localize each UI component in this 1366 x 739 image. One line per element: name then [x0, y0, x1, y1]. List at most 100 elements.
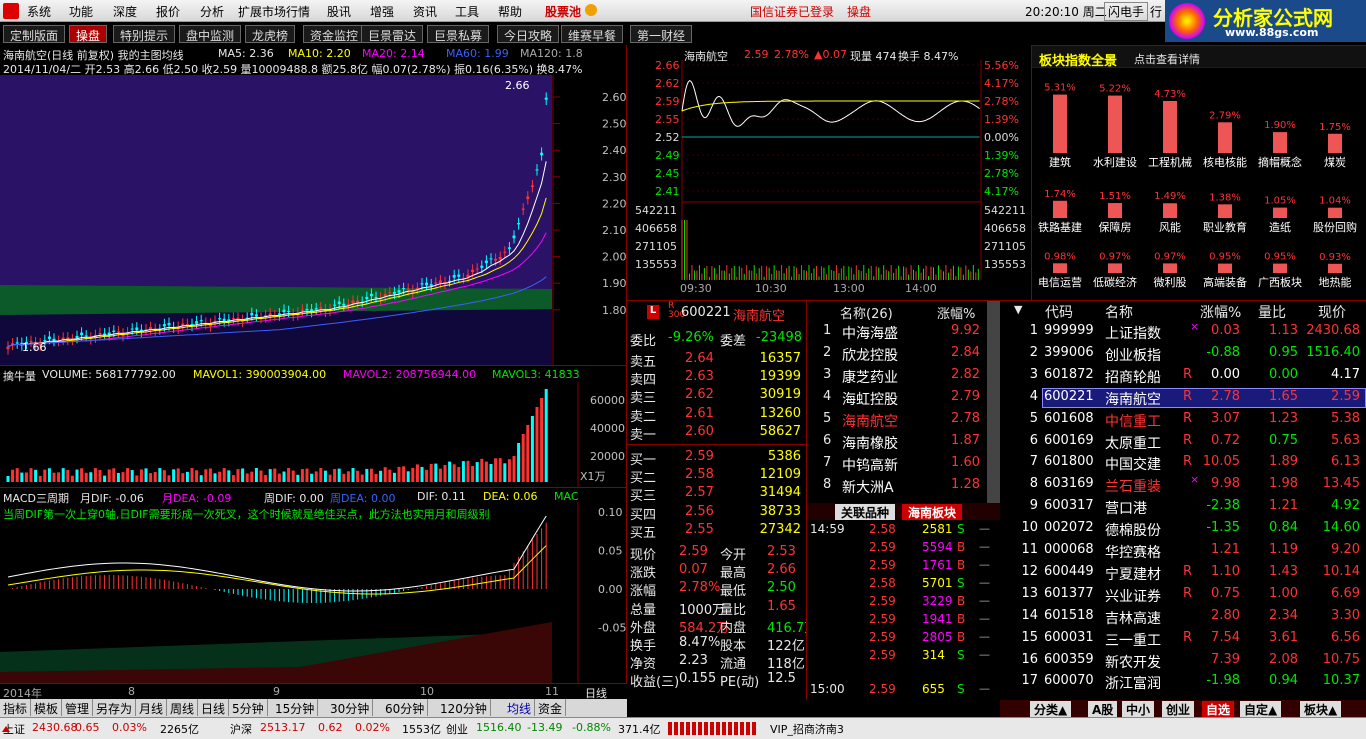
bottom-tab-5[interactable]: 周线 — [167, 699, 199, 716]
related-name[interactable]: 中钨高新 — [842, 455, 898, 475]
tab-2[interactable]: 特别提示 — [113, 25, 176, 43]
stock-list-tab-6[interactable]: 板块▲ — [1300, 701, 1342, 717]
menu-item-8[interactable]: 资讯 — [413, 3, 437, 20]
candle-body — [484, 260, 488, 264]
tab-1[interactable]: 操盘 — [69, 25, 108, 43]
order-price[interactable]: 2.60 — [685, 424, 714, 439]
bottom-tab-2[interactable]: 管理 — [62, 699, 94, 716]
stock-cell[interactable]: 营口港 — [1105, 498, 1147, 518]
stock-list-tab-2[interactable]: 中小 — [1122, 701, 1155, 717]
related-name[interactable]: 新大洲A — [842, 477, 894, 497]
sector-subtitle[interactable]: 点击查看详情 — [1134, 51, 1200, 67]
bottom-tab-0[interactable]: 指标 — [0, 699, 32, 716]
order-price[interactable]: 2.57 — [685, 485, 714, 500]
menu-item-9[interactable]: 工具 — [455, 3, 479, 20]
stock-cell[interactable]: 德棉股份 — [1105, 520, 1161, 540]
flash-trade-button[interactable]: 闪电手 — [1104, 2, 1149, 21]
stock-list-header[interactable]: 名称 — [1105, 302, 1133, 322]
stock-cell[interactable]: 兰石重装 — [1105, 476, 1161, 496]
order-price[interactable]: 2.59 — [685, 449, 714, 464]
tab-6[interactable]: 巨景雷达 — [361, 25, 424, 43]
related-name[interactable]: 海南橡胶 — [842, 433, 898, 453]
related-name[interactable]: 中海海盛 — [842, 323, 898, 343]
bottom-tab-9[interactable]: 30分钟 — [327, 699, 374, 716]
stock-cell[interactable]: 三一重工 — [1105, 630, 1161, 650]
stock-list-header[interactable]: 现价 — [1318, 302, 1346, 322]
tab-7[interactable]: 巨景私募 — [427, 25, 490, 43]
stock-list-tab-5[interactable]: 自定▲ — [1240, 701, 1282, 717]
bottom-tab-11[interactable]: 120分钟 — [437, 699, 491, 716]
order-price[interactable]: 2.58 — [685, 467, 714, 482]
order-price[interactable]: 2.55 — [685, 522, 714, 537]
order-price[interactable]: 2.62 — [685, 387, 714, 402]
macd-chart[interactable]: 0.10 0.05 0.00 -0.05 — [0, 502, 627, 683]
stock-cell[interactable]: 创业板指 — [1105, 345, 1161, 365]
volume-chart[interactable]: 60000 40000 20000 X1万 — [0, 382, 627, 487]
menu-item-4[interactable]: 分析 — [200, 3, 224, 20]
intraday-chart[interactable]: 2.66 5.56% 2.62 4.17% 2.59 2.78% 2.55 1.39% 2.52… — [627, 45, 1032, 300]
stock-list-header[interactable]: 涨幅% — [1200, 302, 1241, 322]
stock-list-tab-4[interactable]: 自选 — [1202, 701, 1235, 717]
bottom-tab-8[interactable]: 15分钟 — [272, 699, 319, 716]
stock-list-tab-3[interactable]: 创业 — [1162, 701, 1195, 717]
menu-item-2[interactable]: 深度 — [113, 3, 137, 20]
sort-arrow-icon[interactable]: ▼ — [1014, 303, 1022, 316]
related-name[interactable]: 海虹控股 — [842, 389, 898, 409]
stock-cell[interactable]: 招商轮船 — [1105, 367, 1161, 387]
stock-cell[interactable]: 华控赛格 — [1105, 542, 1161, 562]
stock-cell[interactable]: 兴业证券 — [1105, 586, 1161, 606]
stock-cell[interactable]: 上证指数 — [1105, 323, 1161, 343]
tab-4[interactable]: 龙虎榜 — [245, 25, 296, 43]
related-name[interactable]: 康芝药业 — [842, 367, 898, 387]
tab-5[interactable]: 资金监控 — [303, 25, 366, 43]
menu-item-7[interactable]: 增强 — [370, 3, 394, 20]
stock-cell[interactable]: 吉林高速 — [1105, 608, 1161, 628]
stock-list-header[interactable]: 代码 — [1045, 302, 1073, 322]
bottom-tab-10[interactable]: 60分钟 — [382, 699, 429, 716]
stock-list-tab-0[interactable]: 分类▲ — [1030, 701, 1072, 717]
kline-chart[interactable]: 2.60 2.50 2.40 2.30 2.20 2.10 2.00 1.90 1.80 2.66… — [0, 75, 627, 365]
menu-item-1[interactable]: 功能 — [69, 3, 93, 20]
related-tab[interactable]: 关联品种 — [835, 504, 896, 520]
quote-button[interactable]: 行 — [1150, 3, 1162, 20]
menu-item-3[interactable]: 报价 — [156, 3, 180, 20]
tab-8[interactable]: 今日攻略 — [497, 25, 560, 43]
status-cell[interactable]: 沪深 — [230, 721, 252, 737]
related-name[interactable]: 海南航空 — [842, 411, 898, 431]
stock-cell[interactable]: 海南航空 — [1105, 389, 1161, 409]
sector-tab[interactable]: 海南板块 — [902, 504, 963, 520]
stock-cell[interactable]: 中国交建 — [1105, 454, 1161, 474]
menu-item-0[interactable]: 系统 — [27, 3, 51, 20]
stock-pool-button[interactable]: 股票池 — [545, 3, 581, 20]
trade-button[interactable]: 操盘 — [847, 3, 871, 20]
related-scrollbar[interactable] — [987, 301, 1000, 519]
menu-item-5[interactable]: 扩展市场行情 — [238, 3, 310, 20]
tab-9[interactable]: 维赛早餐 — [561, 25, 624, 43]
stock-list-header[interactable]: 量比 — [1258, 302, 1286, 322]
bottom-tab-3[interactable]: 另存为 — [93, 699, 137, 716]
sector-chart[interactable]: 5.31% 建筑 5.22% 水利建设 4.73% 工程机械 2.79% 核电核能 1.90% 摘… — [1032, 68, 1366, 300]
status-cell[interactable]: 创业 — [446, 721, 468, 737]
stock-cell[interactable]: 新农开发 — [1105, 652, 1161, 672]
bottom-tab-4[interactable]: 月线 — [136, 699, 168, 716]
bottom-tab-12[interactable]: 均线 — [504, 699, 536, 716]
order-price[interactable]: 2.56 — [685, 504, 714, 519]
bottom-tab-7[interactable]: 5分钟 — [229, 699, 268, 716]
stock-cell[interactable]: 中信重工 — [1105, 411, 1161, 431]
menu-item-10[interactable]: 帮助 — [498, 3, 522, 20]
stock-list-tab-1[interactable]: A股 — [1088, 701, 1118, 717]
order-price[interactable]: 2.61 — [685, 406, 714, 421]
tab-10[interactable]: 第一财经 — [630, 25, 693, 43]
tab-3[interactable]: 盘中监测 — [179, 25, 242, 43]
related-name[interactable]: 欣龙控股 — [842, 345, 898, 365]
stock-cell[interactable]: 太原重工 — [1105, 433, 1161, 453]
order-price[interactable]: 2.63 — [685, 369, 714, 384]
bottom-tab-1[interactable]: 模板 — [31, 699, 63, 716]
tab-0[interactable]: 定制版面 — [3, 25, 66, 43]
stock-cell[interactable]: 浙江富润 — [1105, 673, 1161, 693]
bottom-tab-13[interactable]: 资金 — [535, 699, 567, 716]
order-price[interactable]: 2.64 — [685, 351, 714, 366]
menu-item-6[interactable]: 股讯 — [327, 3, 351, 20]
bottom-tab-6[interactable]: 日线 — [198, 699, 230, 716]
stock-cell[interactable]: 宁夏建材 — [1105, 564, 1161, 584]
